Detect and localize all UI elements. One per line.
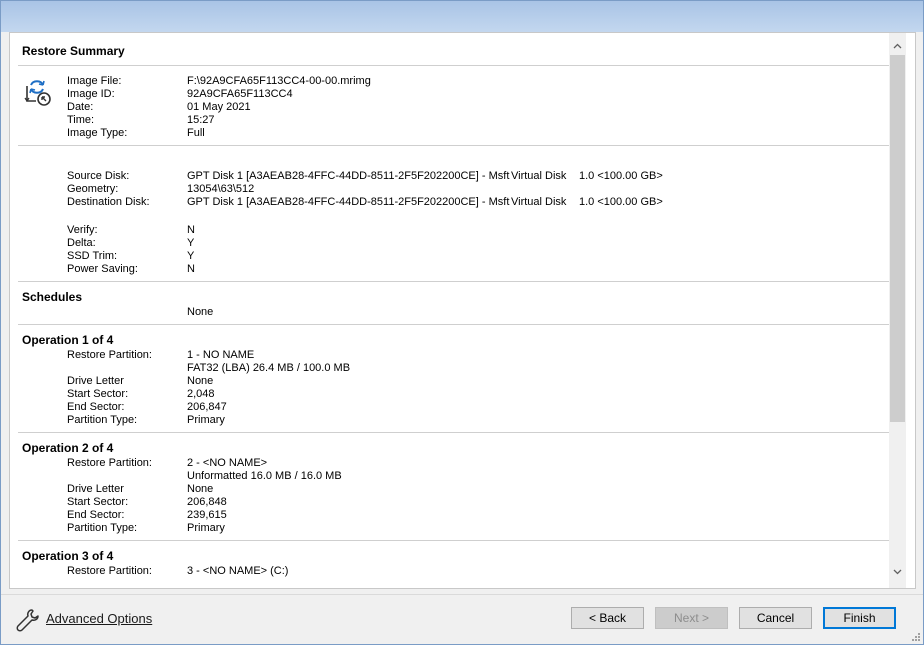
power-saving-label: Power Saving:	[67, 263, 138, 275]
scroll-down-button[interactable]	[889, 563, 906, 580]
scroll-thumb[interactable]	[890, 55, 905, 422]
destination-disk-model: Virtual Disk	[511, 196, 567, 208]
op1-start-sector-value: 2,048	[187, 388, 215, 400]
geometry-label: Geometry:	[67, 183, 119, 195]
op2-start-sector-label: Start Sector:	[67, 496, 129, 508]
ssd-trim-label: SSD Trim:	[67, 250, 118, 262]
source-disk-size: 1.0 <100.00 GB>	[579, 170, 663, 182]
summary-panel: Restore Summary Image File: F:\92A9CFA65…	[9, 32, 916, 589]
chevron-down-icon	[893, 569, 902, 574]
op2-partition-type-label: Partition Type:	[67, 522, 138, 534]
op1-drive-letter-label: Drive Letter	[67, 375, 124, 387]
scroll-up-button[interactable]	[889, 37, 906, 54]
restore-wizard-window: Restore Summary Image File: F:\92A9CFA65…	[0, 0, 924, 645]
op3-restore-partition-label: Restore Partition:	[67, 565, 152, 577]
op3-restore-partition-value: 3 - <NO NAME> (C:)	[187, 565, 289, 577]
schedules-heading: Schedules	[22, 290, 83, 304]
op2-end-sector-value: 239,615	[187, 509, 227, 521]
op1-partition-type-label: Partition Type:	[67, 414, 138, 426]
image-file-value: F:\92A9CFA65F113CC4-00-00.mrimg	[187, 75, 371, 87]
vertical-scrollbar[interactable]	[889, 33, 906, 588]
op1-filesystem-info: FAT32 (LBA) 26.4 MB / 100.0 MB	[187, 362, 351, 374]
delta-value: Y	[187, 237, 195, 249]
divider	[18, 540, 889, 541]
wizard-footer: Advanced Options < Back Next > Cancel Fi…	[1, 594, 923, 644]
op2-partition-type-value: Primary	[187, 522, 225, 534]
op1-restore-partition-label: Restore Partition:	[67, 349, 152, 361]
op2-end-sector-label: End Sector:	[67, 509, 125, 521]
op2-restore-partition-value: 2 - <NO NAME>	[187, 457, 268, 469]
cancel-button[interactable]: Cancel	[739, 607, 812, 629]
restore-summary-heading: Restore Summary	[22, 44, 125, 58]
source-disk-label: Source Disk:	[67, 170, 130, 182]
geometry-value: 13054\63\512	[187, 183, 255, 195]
op2-filesystem-info: Unformatted 16.0 MB / 16.0 MB	[187, 470, 342, 482]
time-value: 15:27	[187, 114, 215, 126]
date-label: Date:	[67, 101, 94, 113]
divider	[18, 281, 889, 282]
time-label: Time:	[67, 114, 95, 126]
finish-button[interactable]: Finish	[823, 607, 896, 629]
operation-1-heading: Operation 1 of 4	[22, 333, 114, 347]
op1-restore-partition-value: 1 - NO NAME	[187, 349, 255, 361]
op1-end-sector-value: 206,847	[187, 401, 227, 413]
destination-disk-label: Destination Disk:	[67, 196, 150, 208]
divider	[18, 432, 889, 433]
source-disk-value: GPT Disk 1 [A3AEAB28-4FFC-44DD-8511-2F5F…	[187, 170, 510, 182]
ssd-trim-value: Y	[187, 250, 195, 262]
image-type-value: Full	[187, 127, 205, 139]
image-id-value: 92A9CFA65F113CC4	[187, 88, 293, 100]
summary-scroll-area[interactable]: Restore Summary Image File: F:\92A9CFA65…	[10, 33, 889, 588]
op2-drive-letter-value: None	[187, 483, 214, 495]
schedules-value: None	[187, 306, 214, 318]
resize-grip-icon[interactable]	[910, 631, 920, 641]
operation-3-heading: Operation 3 of 4	[22, 549, 114, 563]
advanced-options-link[interactable]: Advanced Options	[46, 611, 152, 626]
op2-drive-letter-label: Drive Letter	[67, 483, 124, 495]
restore-image-icon	[24, 80, 51, 106]
destination-disk-value: GPT Disk 1 [A3AEAB28-4FFC-44DD-8511-2F5F…	[187, 196, 510, 208]
chevron-up-icon	[893, 43, 902, 48]
op1-start-sector-label: Start Sector:	[67, 388, 129, 400]
op1-drive-letter-value: None	[187, 375, 214, 387]
divider	[18, 324, 889, 325]
title-bar[interactable]	[1, 1, 923, 32]
operation-2-heading: Operation 2 of 4	[22, 441, 114, 455]
divider	[18, 65, 889, 66]
next-button[interactable]: Next >	[655, 607, 728, 629]
divider	[18, 145, 889, 146]
back-button[interactable]: < Back	[571, 607, 644, 629]
op1-end-sector-label: End Sector:	[67, 401, 125, 413]
image-id-label: Image ID:	[67, 88, 115, 100]
op2-start-sector-value: 206,848	[187, 496, 227, 508]
destination-disk-size: 1.0 <100.00 GB>	[579, 196, 663, 208]
op1-partition-type-value: Primary	[187, 414, 225, 426]
source-disk-model: Virtual Disk	[511, 170, 567, 182]
verify-label: Verify:	[67, 224, 98, 236]
power-saving-value: N	[187, 263, 195, 275]
wrench-icon[interactable]	[15, 607, 41, 633]
op2-restore-partition-label: Restore Partition:	[67, 457, 152, 469]
date-value: 01 May 2021	[187, 101, 251, 113]
verify-value: N	[187, 224, 195, 236]
delta-label: Delta:	[67, 237, 96, 249]
image-file-label: Image File:	[67, 75, 122, 87]
image-type-label: Image Type:	[67, 127, 128, 139]
